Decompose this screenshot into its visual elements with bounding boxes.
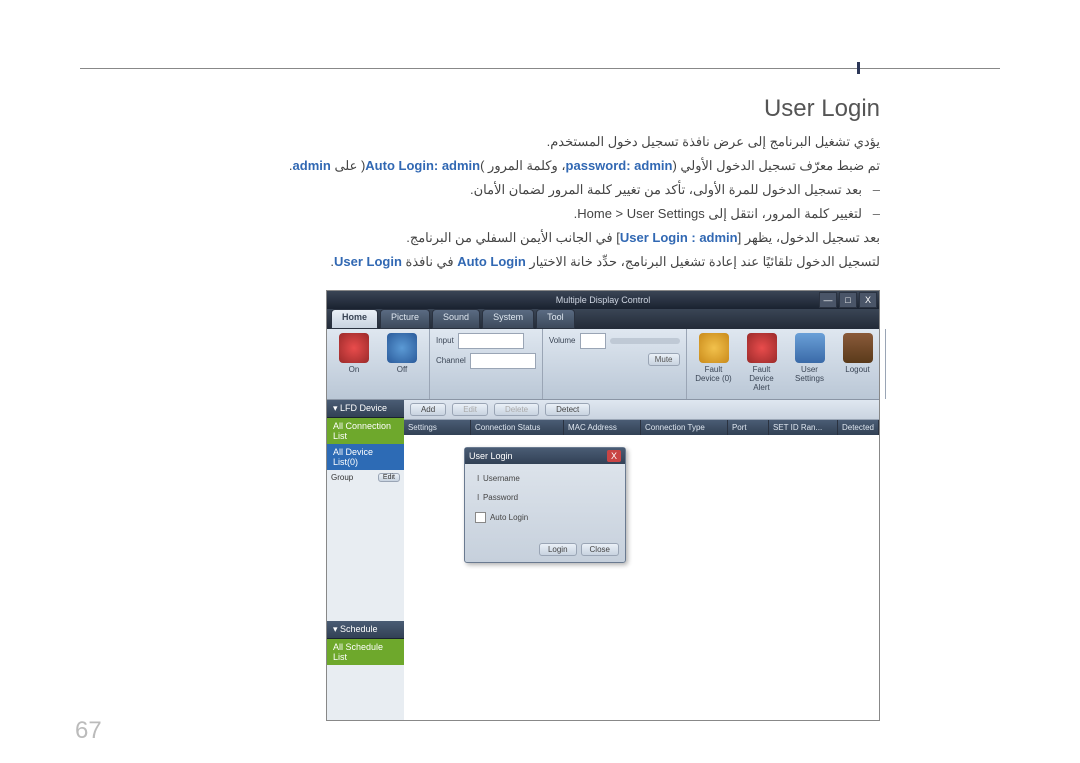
col-setid[interactable]: SET ID Ran... bbox=[769, 420, 838, 435]
content-area: Add Edit Delete Detect Settings Connecti… bbox=[404, 400, 879, 720]
page-number: 67 bbox=[75, 717, 102, 745]
mute-button[interactable]: Mute bbox=[648, 353, 680, 366]
add-button[interactable]: Add bbox=[410, 403, 446, 416]
col-mac[interactable]: MAC Address bbox=[564, 420, 641, 435]
dialog-footer: Login Close bbox=[465, 539, 625, 562]
minimize-button[interactable]: — bbox=[819, 292, 837, 308]
bullet-2: لتغيير كلمة المرور، انتقل إلى Home > Use… bbox=[80, 203, 880, 225]
main-area: ▾ LFD Device All Connection List All Dev… bbox=[327, 400, 879, 720]
alert-icon bbox=[747, 333, 777, 363]
page-accent bbox=[857, 62, 860, 74]
user-icon bbox=[795, 333, 825, 363]
close-button[interactable]: X bbox=[859, 292, 877, 308]
volume-value[interactable] bbox=[580, 333, 606, 349]
sidebar-lfd-header[interactable]: ▾ LFD Device bbox=[327, 400, 404, 418]
sidebar-spacer bbox=[327, 485, 404, 621]
fault-alert-button[interactable]: Fault Device Alert bbox=[741, 333, 783, 392]
tab-sound[interactable]: Sound bbox=[432, 309, 480, 329]
bullet-1: بعد تسجيل الدخول للمرة الأولى، تأكد من ت… bbox=[80, 179, 880, 201]
login-button[interactable]: Login bbox=[539, 543, 577, 556]
detect-button[interactable]: Detect bbox=[545, 403, 590, 416]
ribbon-right: Fault Device (0) Fault Device Alert User… bbox=[687, 329, 886, 399]
login-dialog: User Login X lUsername lPassword bbox=[464, 447, 626, 563]
sidebar: ▾ LFD Device All Connection List All Dev… bbox=[327, 400, 404, 720]
tabs: Home Picture Sound System Tool bbox=[327, 309, 879, 329]
door-icon bbox=[843, 333, 873, 363]
power-on-icon bbox=[339, 333, 369, 363]
col-settings[interactable]: Settings bbox=[404, 420, 471, 435]
password-row: lPassword bbox=[475, 493, 615, 502]
user-settings-button[interactable]: User Settings bbox=[789, 333, 831, 383]
text-line-4: بعد تسجيل الدخول، يظهر [User Login : adm… bbox=[80, 227, 880, 249]
tab-picture[interactable]: Picture bbox=[380, 309, 430, 329]
sidebar-all-schedule[interactable]: All Schedule List bbox=[327, 639, 404, 665]
group-edit-button[interactable]: Edit bbox=[378, 473, 400, 482]
list-toolbar: Add Edit Delete Detect bbox=[404, 400, 879, 420]
delete-button[interactable]: Delete bbox=[494, 403, 539, 416]
text-line-2: تم ضبط معرّف تسجيل الدخول الأولي (passwo… bbox=[80, 155, 880, 177]
col-conn-type[interactable]: Connection Type bbox=[641, 420, 728, 435]
sidebar-all-connection[interactable]: All Connection List bbox=[327, 418, 404, 444]
dialog-titlebar: User Login X bbox=[465, 448, 625, 464]
tab-system[interactable]: System bbox=[482, 309, 534, 329]
dialog-close-button[interactable]: X bbox=[607, 450, 621, 462]
col-detected[interactable]: Detected bbox=[838, 420, 879, 435]
content: User Login يؤدي تشغيل البرنامج إلى عرض ن… bbox=[80, 95, 880, 721]
col-conn-status[interactable]: Connection Status bbox=[471, 420, 564, 435]
off-button[interactable]: Off bbox=[381, 333, 423, 374]
sidebar-group: Group Edit bbox=[327, 470, 404, 485]
page-title: User Login bbox=[80, 95, 880, 123]
ribbon: On Off Input Channel Volume Mute bbox=[327, 329, 879, 400]
page-top-rule bbox=[80, 68, 1000, 69]
ribbon-power: On Off bbox=[327, 329, 430, 399]
app-screenshot: Multiple Display Control — □ X Home Pict… bbox=[326, 290, 880, 721]
username-row: lUsername bbox=[475, 474, 615, 483]
volume-slider[interactable] bbox=[610, 338, 680, 344]
ribbon-volume: Volume Mute bbox=[543, 329, 687, 399]
power-off-icon bbox=[387, 333, 417, 363]
maximize-button[interactable]: □ bbox=[839, 292, 857, 308]
input-select[interactable] bbox=[458, 333, 524, 349]
on-button[interactable]: On bbox=[333, 333, 375, 374]
tab-home[interactable]: Home bbox=[331, 309, 378, 329]
logout-button[interactable]: Logout bbox=[837, 333, 879, 374]
ribbon-input: Input Channel bbox=[430, 329, 543, 399]
edit-button[interactable]: Edit bbox=[452, 403, 488, 416]
column-headers: Settings Connection Status MAC Address C… bbox=[404, 420, 879, 435]
window-buttons: — □ X bbox=[819, 292, 877, 308]
grid: User Login X lUsername lPassword bbox=[404, 435, 879, 720]
tab-tool[interactable]: Tool bbox=[536, 309, 575, 329]
warning-icon bbox=[699, 333, 729, 363]
autologin-row: Auto Login bbox=[475, 512, 615, 523]
autologin-checkbox[interactable] bbox=[475, 512, 486, 523]
close-dialog-button[interactable]: Close bbox=[581, 543, 619, 556]
sidebar-schedule-header[interactable]: ▾ Schedule bbox=[327, 621, 404, 639]
fault-device-button[interactable]: Fault Device (0) bbox=[693, 333, 735, 383]
titlebar: Multiple Display Control — □ X bbox=[327, 291, 879, 309]
channel-select[interactable] bbox=[470, 353, 536, 369]
app-title: Multiple Display Control bbox=[556, 295, 651, 305]
dialog-body: lUsername lPassword Auto Login bbox=[465, 464, 625, 539]
sidebar-spacer-2 bbox=[327, 665, 404, 720]
text-line-1: يؤدي تشغيل البرنامج إلى عرض نافذة تسجيل … bbox=[80, 131, 880, 153]
col-port[interactable]: Port bbox=[728, 420, 769, 435]
text-line-5: لتسجيل الدخول تلقائيًا عند إعادة تشغيل ا… bbox=[80, 251, 880, 273]
sidebar-all-device[interactable]: All Device List(0) bbox=[327, 444, 404, 470]
